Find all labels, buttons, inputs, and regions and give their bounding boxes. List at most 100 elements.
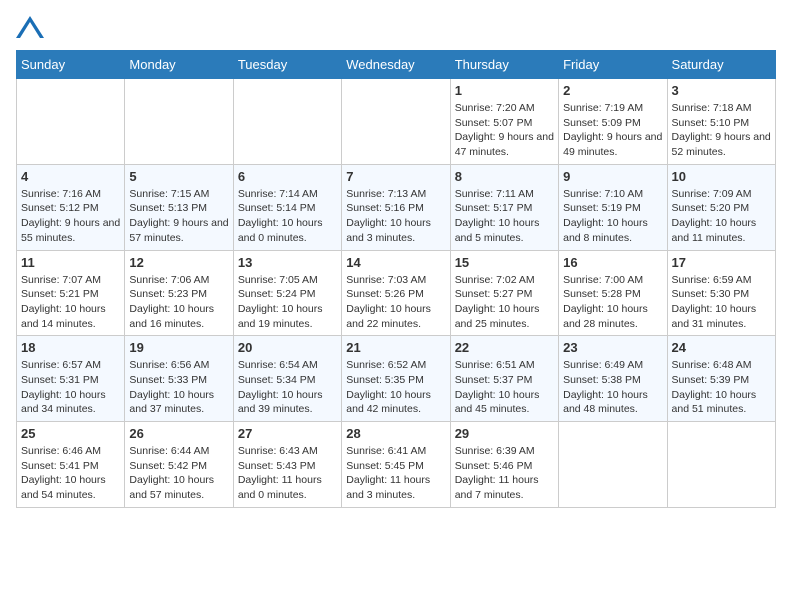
calendar-cell: 16 Sunrise: 7:00 AM Sunset: 5:28 PM Dayli… [559,250,667,336]
calendar-cell: 9Sunrise: 7:10 AM Sunset: 5:19 PM Daylig… [559,164,667,250]
calendar-day-header: Friday [559,51,667,79]
calendar-week-row: 25 Sunrise: 6:46 AM Sunset: 5:41 PM Dayli… [17,422,776,508]
calendar-week-row: 1Sunrise: 7:20 AM Sunset: 5:07 PM Daylig… [17,79,776,165]
calendar-cell: 4 Sunrise: 7:16 AM Sunset: 5:12 PM Daylig… [17,164,125,250]
day-info: Sunrise: 7:10 AM Sunset: 5:19 PM Dayligh… [563,187,662,246]
calendar-cell: 19 Sunrise: 6:56 AM Sunset: 5:33 PM Dayli… [125,336,233,422]
calendar-cell [233,79,341,165]
calendar-cell: 27Sunrise: 6:43 AM Sunset: 5:43 PM Dayli… [233,422,341,508]
calendar-day-header: Monday [125,51,233,79]
day-info: Sunrise: 7:18 AM Sunset: 5:10 PM Dayligh… [672,101,771,160]
day-number: 5 [129,169,228,184]
calendar-cell [125,79,233,165]
day-info: Sunrise: 7:15 AM Sunset: 5:13 PM Dayligh… [129,187,228,246]
calendar-cell: 24 Sunrise: 6:48 AM Sunset: 5:39 PM Dayli… [667,336,775,422]
day-info: Sunrise: 6:44 AM Sunset: 5:42 PM Dayligh… [129,444,228,503]
day-info: Sunrise: 6:48 AM Sunset: 5:39 PM Dayligh… [672,358,771,417]
calendar-cell: 11 Sunrise: 7:07 AM Sunset: 5:21 PM Dayli… [17,250,125,336]
day-number: 19 [129,340,228,355]
day-info: Sunrise: 6:59 AM Sunset: 5:30 PM Dayligh… [672,273,771,332]
day-info: Sunrise: 6:56 AM Sunset: 5:33 PM Dayligh… [129,358,228,417]
calendar-cell: 2 Sunrise: 7:19 AM Sunset: 5:09 PM Daylig… [559,79,667,165]
day-info: Sunrise: 7:02 AM Sunset: 5:27 PM Dayligh… [455,273,554,332]
day-number: 26 [129,426,228,441]
calendar-cell: 1Sunrise: 7:20 AM Sunset: 5:07 PM Daylig… [450,79,558,165]
calendar-cell [342,79,450,165]
day-info: Sunrise: 7:07 AM Sunset: 5:21 PM Dayligh… [21,273,120,332]
calendar-day-header: Saturday [667,51,775,79]
day-number: 4 [21,169,120,184]
day-info: Sunrise: 7:19 AM Sunset: 5:09 PM Dayligh… [563,101,662,160]
calendar-cell: 13Sunrise: 7:05 AM Sunset: 5:24 PM Dayli… [233,250,341,336]
calendar-cell: 28 Sunrise: 6:41 AM Sunset: 5:45 PM Dayli… [342,422,450,508]
day-number: 2 [563,83,662,98]
day-number: 10 [672,169,771,184]
logo-icon [16,16,44,38]
day-number: 15 [455,255,554,270]
calendar-day-header: Thursday [450,51,558,79]
day-info: Sunrise: 6:43 AM Sunset: 5:43 PM Dayligh… [238,444,337,503]
day-number: 20 [238,340,337,355]
day-info: Sunrise: 6:57 AM Sunset: 5:31 PM Dayligh… [21,358,120,417]
day-number: 16 [563,255,662,270]
calendar-cell: 29 Sunrise: 6:39 AM Sunset: 5:46 PM Dayli… [450,422,558,508]
day-number: 14 [346,255,445,270]
day-number: 6 [238,169,337,184]
calendar-cell: 14 Sunrise: 7:03 AM Sunset: 5:26 PM Dayli… [342,250,450,336]
day-number: 28 [346,426,445,441]
calendar-cell [667,422,775,508]
calendar-cell: 5 Sunrise: 7:15 AM Sunset: 5:13 PM Daylig… [125,164,233,250]
day-info: Sunrise: 6:39 AM Sunset: 5:46 PM Dayligh… [455,444,554,503]
day-info: Sunrise: 7:09 AM Sunset: 5:20 PM Dayligh… [672,187,771,246]
day-info: Sunrise: 6:41 AM Sunset: 5:45 PM Dayligh… [346,444,445,503]
calendar-cell: 23 Sunrise: 6:49 AM Sunset: 5:38 PM Dayli… [559,336,667,422]
calendar-cell: 8 Sunrise: 7:11 AM Sunset: 5:17 PM Daylig… [450,164,558,250]
calendar-week-row: 4 Sunrise: 7:16 AM Sunset: 5:12 PM Daylig… [17,164,776,250]
day-info: Sunrise: 6:49 AM Sunset: 5:38 PM Dayligh… [563,358,662,417]
day-info: Sunrise: 7:16 AM Sunset: 5:12 PM Dayligh… [21,187,120,246]
day-info: Sunrise: 7:00 AM Sunset: 5:28 PM Dayligh… [563,273,662,332]
calendar-cell: 6 Sunrise: 7:14 AM Sunset: 5:14 PM Daylig… [233,164,341,250]
day-info: Sunrise: 7:13 AM Sunset: 5:16 PM Dayligh… [346,187,445,246]
day-number: 18 [21,340,120,355]
calendar-cell: 7 Sunrise: 7:13 AM Sunset: 5:16 PM Daylig… [342,164,450,250]
day-info: Sunrise: 6:52 AM Sunset: 5:35 PM Dayligh… [346,358,445,417]
day-info: Sunrise: 7:14 AM Sunset: 5:14 PM Dayligh… [238,187,337,246]
calendar-cell: 10 Sunrise: 7:09 AM Sunset: 5:20 PM Dayli… [667,164,775,250]
day-number: 8 [455,169,554,184]
day-number: 24 [672,340,771,355]
calendar-header-row: SundayMondayTuesdayWednesdayThursdayFrid… [17,51,776,79]
day-info: Sunrise: 7:03 AM Sunset: 5:26 PM Dayligh… [346,273,445,332]
calendar-cell: 12Sunrise: 7:06 AM Sunset: 5:23 PM Dayli… [125,250,233,336]
calendar-day-header: Wednesday [342,51,450,79]
day-number: 3 [672,83,771,98]
calendar-table: SundayMondayTuesdayWednesdayThursdayFrid… [16,50,776,508]
day-number: 22 [455,340,554,355]
calendar-week-row: 11 Sunrise: 7:07 AM Sunset: 5:21 PM Dayli… [17,250,776,336]
logo [16,16,48,38]
calendar-cell: 20Sunrise: 6:54 AM Sunset: 5:34 PM Dayli… [233,336,341,422]
day-info: Sunrise: 7:11 AM Sunset: 5:17 PM Dayligh… [455,187,554,246]
day-number: 29 [455,426,554,441]
day-number: 23 [563,340,662,355]
calendar-cell: 3 Sunrise: 7:18 AM Sunset: 5:10 PM Daylig… [667,79,775,165]
calendar-cell: 18 Sunrise: 6:57 AM Sunset: 5:31 PM Dayli… [17,336,125,422]
calendar-cell [17,79,125,165]
day-number: 11 [21,255,120,270]
day-number: 12 [129,255,228,270]
calendar-day-header: Sunday [17,51,125,79]
calendar-cell: 21 Sunrise: 6:52 AM Sunset: 5:35 PM Dayli… [342,336,450,422]
day-number: 7 [346,169,445,184]
day-info: Sunrise: 6:51 AM Sunset: 5:37 PM Dayligh… [455,358,554,417]
day-number: 25 [21,426,120,441]
day-info: Sunrise: 7:05 AM Sunset: 5:24 PM Dayligh… [238,273,337,332]
calendar-cell: 17 Sunrise: 6:59 AM Sunset: 5:30 PM Dayli… [667,250,775,336]
page-header [16,16,776,38]
day-number: 17 [672,255,771,270]
calendar-cell: 15 Sunrise: 7:02 AM Sunset: 5:27 PM Dayli… [450,250,558,336]
calendar-cell: 25 Sunrise: 6:46 AM Sunset: 5:41 PM Dayli… [17,422,125,508]
day-number: 1 [455,83,554,98]
calendar-cell: 22 Sunrise: 6:51 AM Sunset: 5:37 PM Dayli… [450,336,558,422]
day-number: 21 [346,340,445,355]
day-info: Sunrise: 6:46 AM Sunset: 5:41 PM Dayligh… [21,444,120,503]
